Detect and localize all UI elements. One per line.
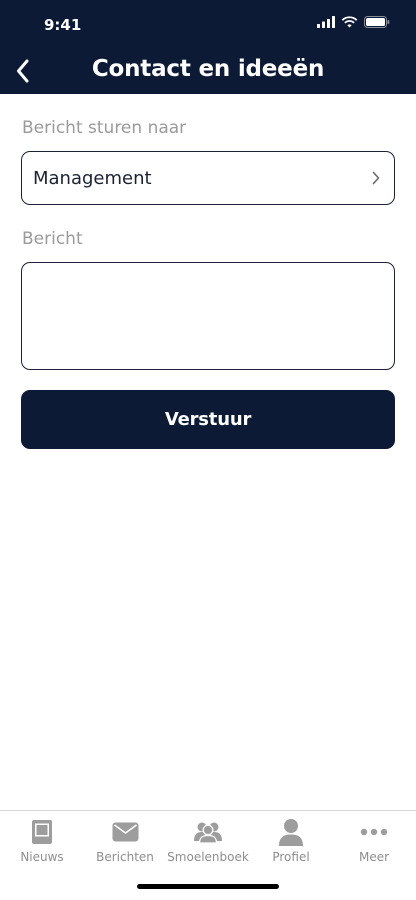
tab-nieuws[interactable]: Nieuws (0, 817, 84, 864)
message-label: Bericht (22, 229, 83, 249)
battery-icon (364, 16, 390, 28)
header-bar: 9:41 Contact en ideeën (0, 0, 416, 94)
tab-label: Nieuws (20, 850, 64, 864)
recipient-select[interactable]: Management (21, 151, 395, 205)
message-input[interactable] (21, 262, 395, 370)
tab-profiel[interactable]: Profiel (249, 817, 333, 864)
recipient-label: Bericht sturen naar (22, 118, 187, 138)
tab-berichten[interactable]: Berichten (83, 817, 167, 864)
tab-label: Smoelenboek (167, 850, 249, 864)
tab-smoelenboek[interactable]: Smoelenboek (166, 817, 250, 864)
tab-meer[interactable]: Meer (332, 817, 416, 864)
wifi-icon (341, 16, 358, 28)
page-title: Contact en ideeën (91, 56, 325, 82)
home-indicator (137, 884, 279, 889)
status-icons (317, 16, 390, 28)
tab-label: Profiel (272, 850, 310, 864)
chevron-right-icon (372, 171, 380, 185)
newspaper-icon (32, 820, 52, 844)
recipient-value: Management (33, 167, 152, 189)
tab-label: Berichten (96, 850, 154, 864)
envelope-icon (112, 822, 138, 842)
tab-label: Meer (358, 850, 390, 864)
status-time: 9:41 (44, 16, 82, 34)
signal-icon (317, 16, 335, 28)
submit-button[interactable]: Verstuur (21, 390, 395, 449)
person-icon (279, 819, 303, 846)
people-icon (194, 822, 222, 843)
more-icon (360, 828, 388, 836)
